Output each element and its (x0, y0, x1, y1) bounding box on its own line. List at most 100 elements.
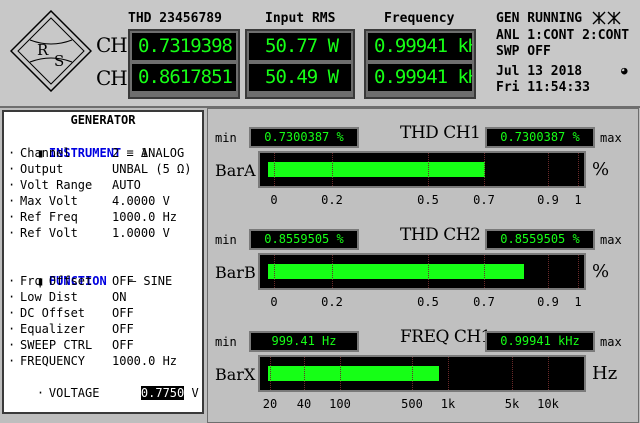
setting-value[interactable]: 2 ≡ 1 (112, 146, 148, 160)
setting-row[interactable]: · Low Dist ON (8, 289, 126, 305)
status-panel: R S CH1 CH2 THD 23456789 Input RMS Frequ… (0, 0, 640, 108)
rms-display: 50.77 W 50.49 W (245, 29, 355, 99)
tick-line (270, 357, 271, 390)
min-value: 0.8559505 % (249, 229, 359, 250)
tick-label: 0.5 (417, 193, 439, 207)
thd-display: 0.7319398 % 0.8617851 % (128, 29, 240, 99)
bar-unit: Hz (592, 363, 618, 384)
setting-label: DC Offset (20, 306, 86, 320)
tick-label: 1 (574, 295, 582, 309)
tick-line (484, 255, 485, 288)
setting-value[interactable]: AUTO (112, 178, 141, 192)
setting-row[interactable]: · Max Volt 4.0000 V (8, 193, 170, 209)
setting-row[interactable]: · SWEEP CTRL OFF (8, 337, 134, 353)
max-value: 0.99941 kHz (485, 331, 595, 352)
setting-value[interactable]: 1.0000 V (112, 226, 170, 240)
bar-unit: % (592, 159, 610, 180)
setting-row[interactable]: · Ref Freq 1000.0 Hz (8, 209, 177, 225)
time: Fri 11:54:33 (496, 80, 590, 95)
tick-label: 500 (401, 397, 423, 411)
freq-display: 0.99941 kHz 0.99941 kHz (364, 29, 476, 99)
tick-label: 20 (262, 397, 278, 411)
setting-row[interactable]: · Volt Range AUTO (8, 177, 141, 193)
tick-line (578, 153, 579, 186)
sweep-status: SWP OFF (496, 44, 551, 59)
setting-row[interactable]: · DC Offset OFF (8, 305, 134, 321)
setting-value[interactable]: 1000.0 Hz (112, 210, 177, 224)
setting-label: Frq Offset (20, 274, 93, 288)
tick-line (512, 357, 513, 390)
tick-line (548, 357, 549, 390)
tick-line (428, 255, 429, 288)
setting-row[interactable]: · Output UNBAL (5 Ω) (8, 161, 191, 177)
bar-fill (268, 162, 485, 177)
overload-icon (592, 11, 621, 25)
setting-label: Channel (20, 146, 71, 160)
setting-row[interactable]: · Channel 2 ≡ 1 (8, 145, 148, 161)
setting-value[interactable]: 1000.0 Hz (112, 354, 177, 368)
voltage-input[interactable]: 0.7750 (140, 386, 185, 400)
bar-unit: % (592, 261, 610, 282)
setting-value[interactable]: OFF (112, 338, 134, 352)
bar-label: BarA (215, 161, 256, 180)
setting-row[interactable]: · Frq Offset OFF (8, 273, 134, 289)
rms-ch2-value: 50.49 W (249, 64, 351, 91)
tick-line (428, 153, 429, 186)
thd-header: THD 23456789 (128, 11, 222, 26)
tick-line (548, 255, 549, 288)
clock-icon: ◕ (621, 64, 628, 77)
bar-title: FREQ CH1 (400, 327, 492, 347)
gen-status: GEN RUNNING (496, 11, 583, 26)
setting-row[interactable]: · Equalizer OFF (8, 321, 134, 337)
tick-label: 0 (270, 193, 278, 207)
setting-value[interactable]: UNBAL (5 Ω) (112, 162, 191, 176)
min-value: 999.41 Hz (249, 331, 359, 352)
setting-label: SWEEP CTRL (20, 338, 93, 352)
tick-label: 0.2 (321, 193, 343, 207)
tick-label: 10k (537, 397, 559, 411)
tick-line (578, 255, 579, 288)
tick-label: 0.2 (321, 295, 343, 309)
tick-label: 1 (574, 193, 582, 207)
setting-value[interactable]: OFF (112, 322, 134, 336)
tick-line (304, 357, 305, 390)
tick-label: 0.9 (537, 295, 559, 309)
tick-label: 0 (270, 295, 278, 309)
bar-fill (268, 264, 524, 279)
min-label: min (215, 233, 237, 247)
tick-label: 100 (329, 397, 351, 411)
setting-value[interactable]: OFF (112, 306, 134, 320)
min-label: min (215, 335, 237, 349)
setting-label: Volt Range (20, 178, 93, 192)
setting-value[interactable]: OFF (112, 274, 134, 288)
date: Jul 13 2018 (496, 64, 583, 79)
tick-label: 1k (440, 397, 456, 411)
setting-label: Max Volt (20, 194, 78, 208)
setting-row[interactable]: · Ref Volt 1.0000 V (8, 225, 170, 241)
rs-logo: R S (10, 10, 92, 92)
setting-value[interactable]: 4.0000 V (112, 194, 170, 208)
generator-title: GENERATOR (70, 113, 136, 127)
tick-line (332, 255, 333, 288)
setting-label: Low Dist (20, 290, 78, 304)
thd-ch2-value: 0.8617851 % (132, 64, 236, 91)
setting-label: Equalizer (20, 322, 86, 336)
freq-ch2-value: 0.99941 kHz (368, 64, 472, 91)
voltage-row[interactable]: · VOLTAGE 0.7750 V (8, 369, 199, 400)
tick-line (332, 153, 333, 186)
max-label: max (600, 233, 622, 247)
function-row[interactable]: ▮ FUNCTION – SINE (8, 257, 172, 288)
setting-value[interactable]: ON (112, 290, 126, 304)
setting-row[interactable]: · FREQUENCY 1000.0 Hz (8, 353, 177, 369)
setting-label: Ref Volt (20, 226, 78, 240)
bar-track (258, 355, 586, 392)
bargraph-2: min 0.8559505 % THD CH2 0.8559505 % max BarB%… (208, 211, 638, 311)
tick-line (274, 153, 275, 186)
svg-text:R: R (37, 41, 49, 59)
tick-line (340, 357, 341, 390)
tick-line (274, 255, 275, 288)
instrument-row[interactable]: ▮ INSTRUMENT ANALOG (8, 129, 184, 160)
bar-label: BarX (215, 365, 256, 384)
max-label: max (600, 131, 622, 145)
max-label: max (600, 335, 622, 349)
